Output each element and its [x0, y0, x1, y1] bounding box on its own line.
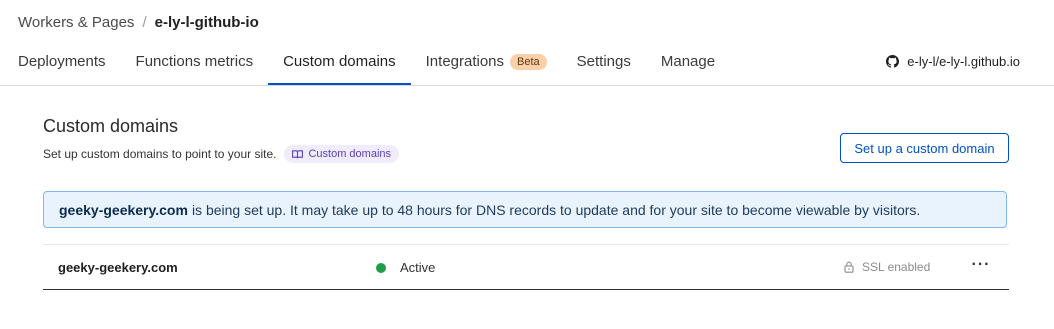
tab-label: Integrations: [425, 53, 505, 70]
breadcrumb-current: e-ly-l-github-io: [154, 14, 259, 31]
tab-label: Custom domains: [283, 53, 396, 70]
docs-link-label: Custom domains: [308, 148, 392, 160]
domain-status: Active: [376, 260, 435, 275]
section-title: Custom domains: [43, 116, 179, 136]
tab-functions-metrics[interactable]: Functions metrics: [121, 44, 269, 85]
tab-label: Functions metrics: [135, 53, 254, 70]
docs-link-chip[interactable]: Custom domains: [284, 145, 400, 163]
setup-custom-domain-button[interactable]: Set up a custom domain: [840, 133, 1009, 163]
status-dot-icon: [376, 262, 386, 273]
status-label: Active: [400, 260, 436, 275]
tab-manage[interactable]: Manage: [646, 44, 730, 85]
tab-integrations[interactable]: Integrations Beta: [411, 44, 562, 85]
breadcrumb-parent[interactable]: Workers & Pages: [18, 14, 134, 31]
section-description: Set up custom domains to point to your s…: [43, 145, 400, 163]
tab-label: Deployments: [18, 53, 106, 70]
top-bar: Workers & Pages / e-ly-l-github-io Deplo…: [0, 0, 1054, 86]
banner-domain: geeky-geekery.com: [59, 201, 188, 218]
description-text: Set up custom domains to point to your s…: [43, 147, 277, 161]
tab-label: Manage: [660, 53, 716, 70]
tab-custom-domains[interactable]: Custom domains: [268, 44, 411, 85]
beta-badge: Beta: [510, 54, 547, 70]
tab-settings[interactable]: Settings: [562, 44, 646, 85]
github-icon: [886, 55, 900, 68]
domain-name[interactable]: geeky-geekery.com: [58, 260, 178, 275]
tab-label: Settings: [576, 53, 631, 70]
ssl-label: SSL enabled: [862, 260, 931, 274]
ssl-status: SSL enabled: [844, 260, 930, 274]
breadcrumb-separator: /: [142, 14, 147, 31]
book-icon: [292, 149, 304, 158]
banner-message: is being set up. It may take up to 48 ho…: [191, 201, 921, 218]
repository-link[interactable]: e-ly-l/e-ly-l.github.io: [886, 54, 1020, 69]
more-horizontal-icon[interactable]: ···: [971, 255, 991, 275]
repository-label: e-ly-l/e-ly-l.github.io: [907, 54, 1020, 69]
info-banner: geeky-geekery.com is being set up. It ma…: [43, 191, 1007, 228]
breadcrumb: Workers & Pages / e-ly-l-github-io: [18, 14, 259, 31]
tab-bar: Deployments Functions metrics Custom dom…: [0, 44, 730, 85]
tab-deployments[interactable]: Deployments: [0, 44, 121, 85]
table-row: geeky-geekery.com Active SSL enabled ···: [43, 244, 1009, 290]
lock-icon: [844, 261, 854, 273]
